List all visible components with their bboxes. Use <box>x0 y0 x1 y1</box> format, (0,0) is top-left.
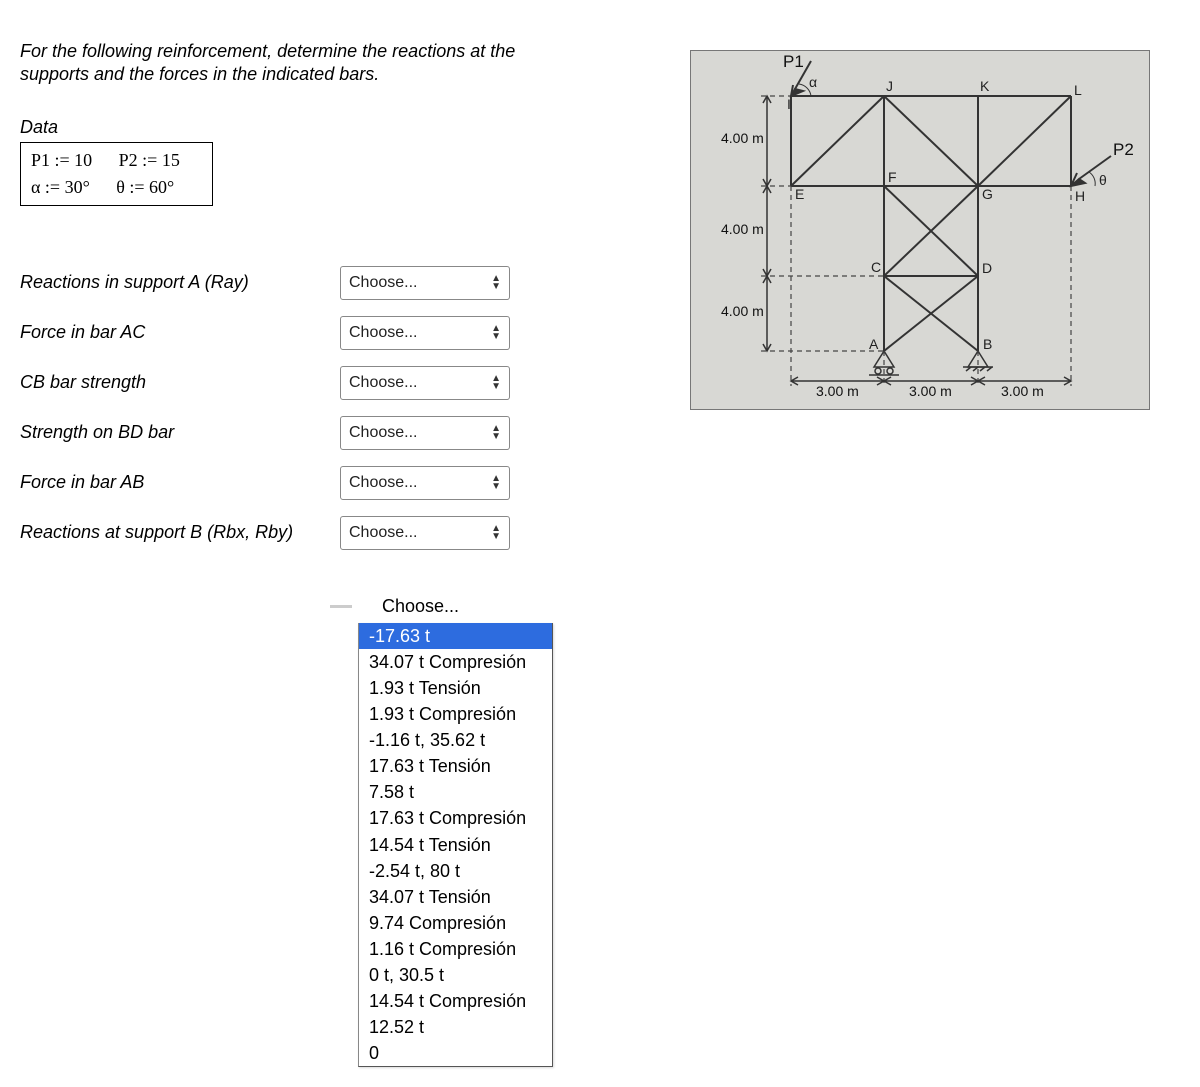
option-item[interactable]: 34.07 t Tensión <box>369 884 546 910</box>
q-label-ab: Force in bar AB <box>20 472 320 493</box>
option-item[interactable]: 14.54 t Tensión <box>369 832 546 858</box>
options-list[interactable]: -17.63 t 34.07 t Compresión 1.93 t Tensi… <box>358 623 553 1068</box>
node-J: J <box>886 78 893 94</box>
data-p2: P2 := 15 <box>119 147 180 174</box>
q-label-rb: Reactions at support B (Rbx, Rby) <box>20 522 320 543</box>
select-placeholder: Choose... <box>349 374 417 392</box>
q-label-ray: Reactions in support A (Ray) <box>20 272 320 293</box>
dim-h2: 3.00 m <box>909 383 952 399</box>
chevron-updown-icon: ▲▼ <box>491 325 501 341</box>
option-item[interactable]: 0 t, 30.5 t <box>369 962 546 988</box>
option-item[interactable]: 1.93 t Compresión <box>369 701 546 727</box>
option-item[interactable]: -1.16 t, 35.62 t <box>369 727 546 753</box>
q-label-cb: CB bar strength <box>20 372 320 393</box>
select-ray[interactable]: Choose... ▲▼ <box>340 266 510 300</box>
load-p2-label: P2 <box>1113 140 1134 159</box>
option-item[interactable]: 1.16 t Compresión <box>369 936 546 962</box>
node-E: E <box>795 186 804 202</box>
data-box: P1 := 10 P2 := 15 α := 30° θ := 60° <box>20 142 213 206</box>
option-item[interactable]: -2.54 t, 80 t <box>369 858 546 884</box>
dim-h3: 3.00 m <box>1001 383 1044 399</box>
chevron-updown-icon: ▲▼ <box>491 525 501 541</box>
option-highlighted[interactable]: -17.63 t <box>359 623 552 649</box>
dim-v3: 4.00 m <box>721 303 764 319</box>
dim-v2: 4.00 m <box>721 221 764 237</box>
option-item[interactable]: 34.07 t Compresión <box>369 649 546 675</box>
truss-diagram: 4.00 m 4.00 m 4.00 m <box>680 40 1180 420</box>
problem-line1: For the following reinforcement, determi… <box>20 41 515 61</box>
option-item[interactable]: 1.93 t Tensión <box>369 675 546 701</box>
problem-statement: For the following reinforcement, determi… <box>20 40 580 87</box>
node-G: G <box>982 186 993 202</box>
data-alpha: α := 30° <box>31 174 90 201</box>
q-label-ac: Force in bar AC <box>20 322 320 343</box>
dash-icon <box>330 605 352 608</box>
chevron-updown-icon: ▲▼ <box>491 475 501 491</box>
node-C: C <box>871 259 881 275</box>
option-item[interactable]: 14.54 t Compresión <box>369 988 546 1014</box>
angle-theta: θ <box>1099 172 1107 188</box>
node-L: L <box>1074 82 1082 98</box>
select-ac[interactable]: Choose... ▲▼ <box>340 316 510 350</box>
load-p1-label: P1 <box>783 52 804 71</box>
select-placeholder: Choose... <box>349 424 417 442</box>
option-item[interactable]: 0 <box>369 1040 546 1066</box>
left-column: For the following reinforcement, determi… <box>20 40 580 566</box>
node-B: B <box>983 336 992 352</box>
option-item[interactable]: 17.63 t Compresión <box>369 805 546 831</box>
select-placeholder: Choose... <box>349 524 417 542</box>
questions-group: Reactions in support A (Ray) Choose... ▲… <box>20 266 580 550</box>
data-p1: P1 := 10 <box>31 147 92 174</box>
data-theta: θ := 60° <box>116 174 174 201</box>
select-cb[interactable]: Choose... ▲▼ <box>340 366 510 400</box>
problem-line2: supports and the forces in the indicated… <box>20 64 379 84</box>
node-D: D <box>982 260 992 276</box>
node-I: I <box>787 96 791 112</box>
select-ab[interactable]: Choose... ▲▼ <box>340 466 510 500</box>
select-bd[interactable]: Choose... ▲▼ <box>340 416 510 450</box>
q-label-bd: Strength on BD bar <box>20 422 320 443</box>
dim-h1: 3.00 m <box>816 383 859 399</box>
node-H: H <box>1075 188 1085 204</box>
truss-svg: 4.00 m 4.00 m 4.00 m <box>691 51 1151 411</box>
select-rb[interactable]: Choose... ▲▼ <box>340 516 510 550</box>
angle-alpha: α <box>809 74 817 90</box>
option-item[interactable]: 17.63 t Tensión <box>369 753 546 779</box>
node-A: A <box>869 336 879 352</box>
option-item[interactable]: 7.58 t <box>369 779 546 805</box>
select-placeholder: Choose... <box>349 274 417 292</box>
node-F: F <box>888 169 897 185</box>
node-K: K <box>980 78 990 94</box>
data-heading: Data <box>20 117 580 138</box>
dropdown-open-area: Choose... -17.63 t 34.07 t Compresión 1.… <box>320 596 1180 1068</box>
option-item[interactable]: 12.52 t <box>369 1014 546 1040</box>
chevron-updown-icon: ▲▼ <box>491 275 501 291</box>
dim-v1: 4.00 m <box>721 130 764 146</box>
chevron-updown-icon: ▲▼ <box>491 375 501 391</box>
option-item[interactable]: 9.74 Compresión <box>369 910 546 936</box>
select-placeholder: Choose... <box>349 324 417 342</box>
select-placeholder: Choose... <box>349 474 417 492</box>
chevron-updown-icon: ▲▼ <box>491 425 501 441</box>
dropdown-top-label: Choose... <box>382 596 459 617</box>
